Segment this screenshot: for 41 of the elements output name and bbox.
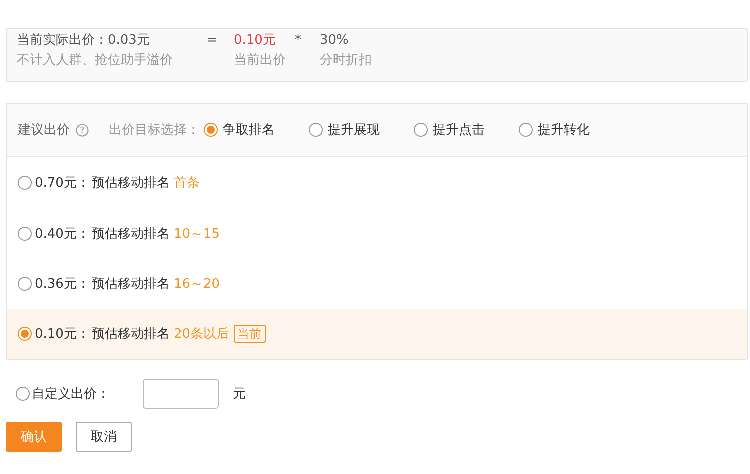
- radio-button[interactable]: [18, 176, 32, 190]
- custom-bid-label: 自定义出价：: [32, 386, 111, 403]
- bid-price: 0.70元：: [35, 175, 90, 192]
- radio-button[interactable]: [18, 327, 32, 341]
- unit-label: 元: [233, 386, 246, 403]
- operator-sign: =: [207, 32, 219, 50]
- radio-button[interactable]: [519, 123, 533, 137]
- section-label: 建议出价: [18, 122, 70, 139]
- radio-button[interactable]: [18, 227, 32, 241]
- current-bid: 0.10元: [234, 32, 277, 50]
- rank-value: 16～20: [174, 276, 220, 293]
- radio-button[interactable]: [414, 123, 428, 137]
- operator-sign: *: [295, 32, 302, 50]
- summary-caption: 不计入人群、抢位助手溢价: [17, 52, 174, 70]
- summary-caption: 分时折扣: [320, 52, 373, 70]
- bid-price: 0.36元：: [35, 276, 90, 293]
- goal-option[interactable]: 提升展现: [328, 121, 380, 139]
- radio-button[interactable]: [309, 123, 323, 137]
- radio-button[interactable]: [204, 123, 218, 137]
- radio-button[interactable]: [18, 277, 32, 291]
- selected-row[interactable]: 0.10元：预估移动排名 20条以后 当前: [7, 309, 747, 359]
- goal-label: 出价目标选择：: [109, 122, 200, 139]
- cancel-button[interactable]: 取消: [76, 422, 132, 452]
- bid-price: 0.10元：: [35, 326, 90, 343]
- rank-label: 预估移动排名: [92, 175, 170, 192]
- summary-text: 30%: [320, 32, 350, 50]
- rank-label: 预估移动排名: [92, 226, 170, 243]
- rank-value: 20条以后: [174, 326, 230, 343]
- current-tag: 当前: [234, 325, 266, 343]
- bid-price: 0.40元：: [35, 226, 90, 243]
- goal-option[interactable]: 争取排名: [223, 121, 275, 139]
- rank-value: 首条: [174, 175, 200, 192]
- rank-label: 预估移动排名: [92, 276, 170, 293]
- summary-caption: 当前出价: [234, 52, 287, 70]
- rank-label: 预估移动排名: [92, 326, 170, 343]
- goal-option[interactable]: 提升转化: [538, 121, 590, 139]
- radio-button[interactable]: [16, 387, 30, 401]
- goal-option[interactable]: 提升点击: [433, 121, 485, 139]
- bid-input[interactable]: [143, 379, 219, 409]
- rank-value: 10～15: [174, 226, 220, 243]
- summary-text: 当前实际出价：0.03元: [17, 32, 151, 50]
